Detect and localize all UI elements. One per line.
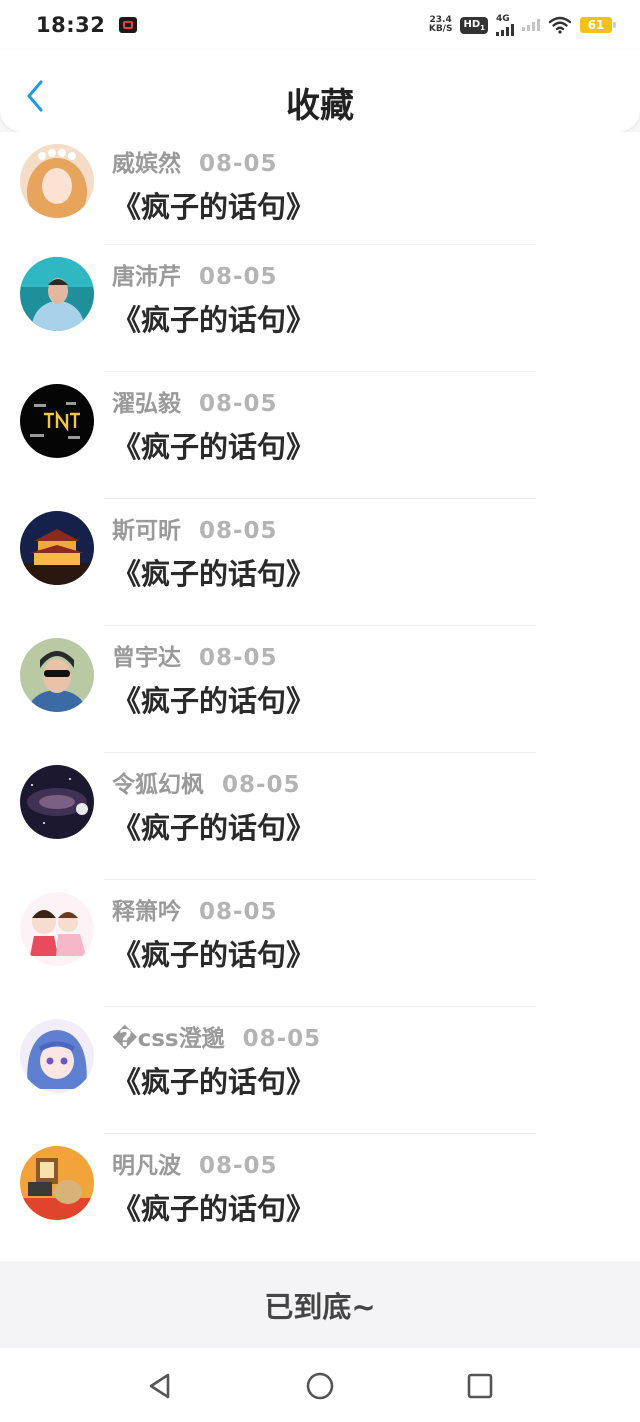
item-title: 《疯子的话句》 [112,938,316,972]
meta-line: 令狐幻枫 08-05 [112,765,301,799]
wifi-icon [548,16,572,34]
author-name: �css澄邈 [112,1026,225,1052]
meta-line: 曾宇达 08-05 [112,638,278,672]
system-nav-bar [0,1348,640,1422]
item-date: 08-05 [199,391,278,417]
author-name: 濯弘毅 [112,391,181,417]
nav-back-button[interactable] [142,1368,178,1404]
item-title: 《疯子的话句》 [112,1065,316,1099]
signal-icon: 4G [496,13,514,36]
item-title: 《疯子的话句》 [112,430,316,464]
meta-line: 斯可昕 08-05 [112,511,278,545]
back-triangle-icon [149,1373,170,1399]
list-item[interactable]: 曾宇达 08-05 《疯子的话句》 [0,626,640,753]
author-name: 威嫔然 [112,151,181,177]
list-item[interactable]: 濯弘毅 08-05 《疯子的话句》 [0,372,640,499]
meta-line: 明凡波 08-05 [112,1146,278,1180]
page-title: 收藏 [286,86,354,126]
author-name: 令狐幻枫 [112,772,204,798]
nav-recents-button[interactable] [462,1368,498,1404]
item-date: 08-05 [199,899,278,925]
net-speed-unit: KB/S [428,24,453,34]
meta-line: �css澄邈 08-05 [112,1019,321,1053]
item-date: 08-05 [199,264,278,290]
meta-line: 释箫吟 08-05 [112,892,278,926]
author-name: 唐沛芹 [112,264,181,290]
item-title: 《疯子的话句》 [112,811,316,845]
meta-line: 唐沛芹 08-05 [112,257,278,291]
list-item[interactable]: 令狐幻枫 08-05 《疯子的话句》 [0,753,640,880]
end-of-list: 已到底~ [0,1262,640,1348]
network-speed: 23.4 KB/S [429,16,453,34]
list-item[interactable]: 斯可昕 08-05 《疯子的话句》 [0,499,640,626]
list-item[interactable]: �css澄邈 08-05 《疯子的话句》 [0,1007,640,1134]
list-item[interactable]: 唐沛芹 08-05 《疯子的话句》 [0,245,640,372]
author-name: 释箫吟 [112,899,181,925]
item-title: 《疯子的话句》 [112,1192,316,1226]
avatar[interactable] [20,638,94,712]
meta-line: 威嫔然 08-05 [112,144,278,178]
avatar[interactable] [20,144,94,218]
list-item[interactable]: 释箫吟 08-05 《疯子的话句》 [0,880,640,1007]
hd-label: HD [463,18,481,30]
status-time: 18:32 [36,13,106,37]
item-title: 《疯子的话句》 [112,684,316,718]
author-name: 斯可昕 [112,518,181,544]
app-header: 收藏 [0,50,640,132]
author-name: 明凡波 [112,1153,181,1179]
item-title: 《疯子的话句》 [112,303,316,337]
screen-record-icon [119,17,138,33]
meta-line: 濯弘毅 08-05 [112,384,278,418]
home-circle-icon [306,1372,334,1400]
avatar[interactable] [20,1019,94,1093]
avatar[interactable] [20,384,94,458]
status-bar: 18:32 23.4 KB/S HD1 4G 61 [0,0,640,50]
network-type: 4G [496,13,510,24]
list-item[interactable]: 威嫔然 08-05 《疯子的话句》 [0,132,640,245]
list-item[interactable]: 明凡波 08-05 《疯子的话句》 [0,1134,640,1261]
avatar[interactable] [20,765,94,839]
favorites-list: 威嫔然 08-05 《疯子的话句》 唐沛芹 08-05 《疯子的话句》 濯弘毅 … [0,132,640,1261]
end-of-list-text: 已到底~ [264,1290,376,1324]
author-name: 曾宇达 [112,645,181,671]
item-date: 08-05 [199,645,278,671]
avatar[interactable] [20,1146,94,1220]
item-date: 08-05 [199,1153,278,1179]
item-date: 08-05 [199,151,278,177]
status-icons: 23.4 KB/S HD1 4G 61 [429,13,616,36]
item-title: 《疯子的话句》 [112,557,316,591]
item-date: 08-05 [199,518,278,544]
nav-home-button[interactable] [302,1368,338,1404]
item-date: 08-05 [222,772,301,798]
avatar[interactable] [20,511,94,585]
signal-secondary-icon [522,19,540,31]
battery-icon: 61 [580,17,616,33]
item-title: 《疯子的话句》 [112,190,316,224]
battery-level: 61 [587,18,605,32]
avatar[interactable] [20,257,94,331]
hd-icon: HD1 [460,16,488,34]
recents-square-icon [467,1373,493,1399]
sim-index: 1 [480,23,485,32]
avatar[interactable] [20,892,94,966]
item-date: 08-05 [242,1026,322,1052]
